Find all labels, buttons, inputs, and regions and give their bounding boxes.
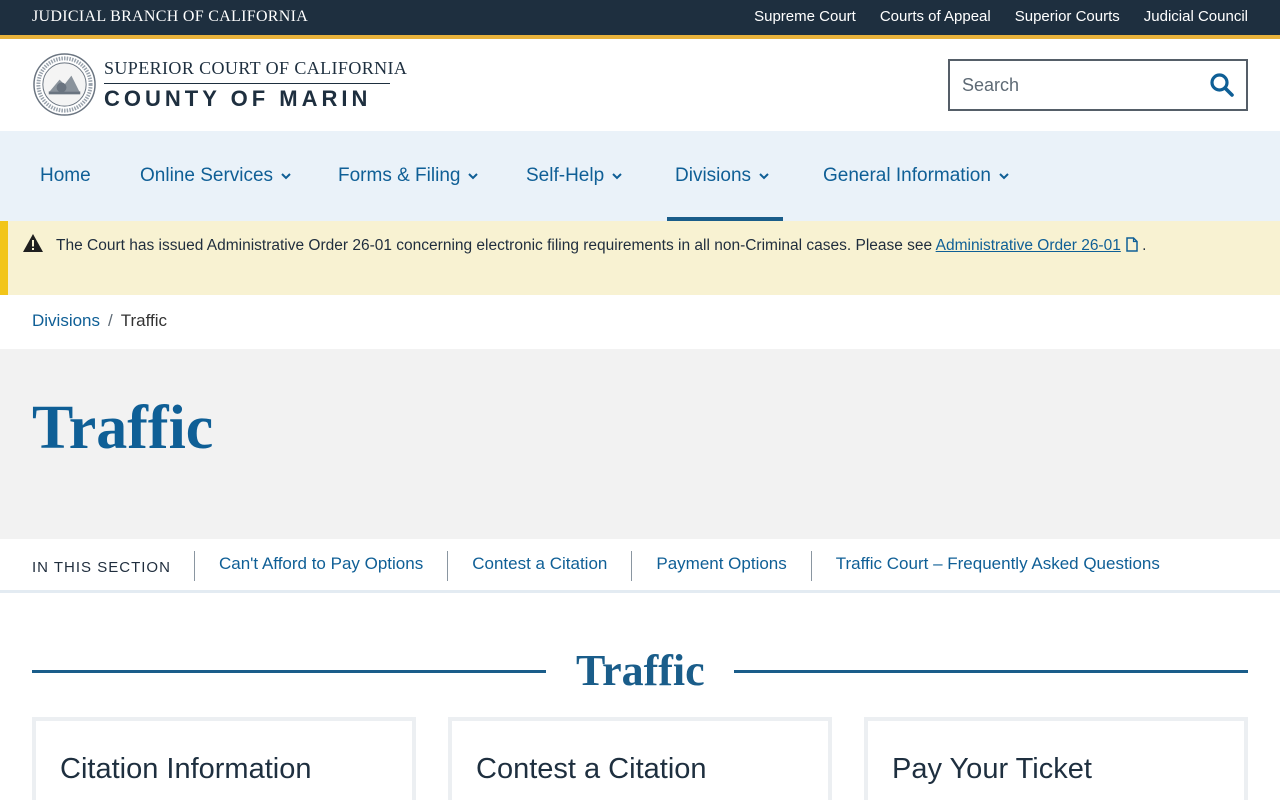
section-link-contest-citation[interactable]: Contest a Citation — [447, 551, 631, 581]
section-links: Can't Afford to Pay Options Contest a Ci… — [194, 551, 1184, 581]
nav-divisions-label: Divisions — [675, 165, 752, 186]
breadcrumb-separator: / — [108, 311, 113, 330]
nav-online-services-label: Online Services — [140, 165, 274, 186]
breadcrumb: Divisions / Traffic — [32, 311, 167, 331]
nav-forms-filing-label: Forms & Filing — [338, 165, 461, 186]
search-icon — [1210, 73, 1234, 97]
document-icon — [1126, 237, 1138, 252]
heading-rule-left — [32, 670, 546, 673]
breadcrumb-divisions[interactable]: Divisions — [32, 311, 100, 331]
admin-order-link-text: Administrative Order 26-01 — [935, 237, 1121, 254]
section-nav-label: IN THIS SECTION — [32, 559, 171, 576]
section-link-payment-options[interactable]: Payment Options — [631, 551, 810, 581]
card-title: Contest a Citation — [476, 753, 707, 785]
search-box — [948, 59, 1248, 111]
alert-banner: The Court has issued Administrative Orde… — [0, 221, 1280, 295]
logo-divider — [104, 83, 390, 84]
alert-text: The Court has issued Administrative Orde… — [56, 237, 936, 254]
heading-rule-right — [734, 670, 1248, 673]
alert-message: The Court has issued Administrative Orde… — [56, 232, 1186, 259]
warning-icon — [23, 234, 43, 252]
utility-links: Supreme Court Courts of Appeal Superior … — [754, 8, 1248, 25]
chevron-down-icon — [281, 173, 291, 180]
alert-trailing: . — [1137, 237, 1147, 254]
admin-order-link[interactable]: Administrative Order 26-01 — [936, 237, 1138, 254]
link-courts-of-appeal[interactable]: Courts of Appeal — [880, 8, 991, 25]
nav-general-information[interactable]: General Information — [823, 131, 1010, 221]
nav-general-information-label: General Information — [823, 165, 991, 186]
section-link-cant-afford[interactable]: Can't Afford to Pay Options — [194, 551, 447, 581]
nav-home[interactable]: Home — [40, 131, 91, 221]
nav-divisions[interactable]: Divisions — [675, 131, 770, 221]
logo-county-name: COUNTY OF MARIN — [104, 86, 372, 111]
nav-home-label: Home — [40, 165, 91, 186]
card-title: Citation Information — [60, 753, 312, 785]
section-link-traffic-faq[interactable]: Traffic Court – Frequently Asked Questio… — [810, 551, 1184, 581]
content-heading: Traffic — [576, 646, 705, 695]
link-superior-courts[interactable]: Superior Courts — [1015, 8, 1120, 25]
search-button[interactable] — [1198, 61, 1246, 109]
nav-self-help-label: Self-Help — [526, 165, 605, 186]
breadcrumb-current: Traffic — [120, 311, 168, 330]
section-navigation: IN THIS SECTION Can't Afford to Pay Opti… — [0, 539, 1280, 593]
link-judicial-council[interactable]: Judicial Council — [1144, 8, 1248, 25]
main-navigation: Home Online Services Forms & Filing Self… — [0, 131, 1280, 221]
card-pay-your-ticket[interactable]: Pay Your Ticket — [864, 717, 1248, 800]
content-heading-block: Traffic — [32, 645, 1248, 697]
link-supreme-court[interactable]: Supreme Court — [754, 8, 856, 25]
card-citation-information[interactable]: Citation Information — [32, 717, 416, 800]
site-header: SUPERIOR COURT OF CALIFORNIA COUNTY OF M… — [0, 39, 1280, 131]
nav-self-help[interactable]: Self-Help — [526, 131, 623, 221]
search-input[interactable] — [950, 61, 1198, 109]
page-hero: Traffic — [0, 349, 1280, 539]
chevron-down-icon — [468, 173, 479, 180]
card-title: Pay Your Ticket — [892, 753, 1092, 785]
chevron-down-icon — [999, 173, 1009, 180]
logo-superior-court: SUPERIOR COURT OF CALIFORNIA — [104, 58, 408, 78]
card-contest-citation[interactable]: Contest a Citation — [448, 717, 832, 800]
utility-bar: JUDICIAL BRANCH OF CALIFORNIA Supreme Co… — [0, 0, 1280, 35]
chevron-down-icon — [612, 173, 622, 180]
chevron-down-icon — [759, 173, 769, 180]
nav-forms-filing[interactable]: Forms & Filing — [338, 131, 479, 221]
judicial-branch-title: JUDICIAL BRANCH OF CALIFORNIA — [32, 8, 309, 25]
page-title: Traffic — [32, 394, 214, 462]
court-seal-logo[interactable] — [32, 52, 97, 117]
nav-online-services[interactable]: Online Services — [140, 131, 292, 221]
